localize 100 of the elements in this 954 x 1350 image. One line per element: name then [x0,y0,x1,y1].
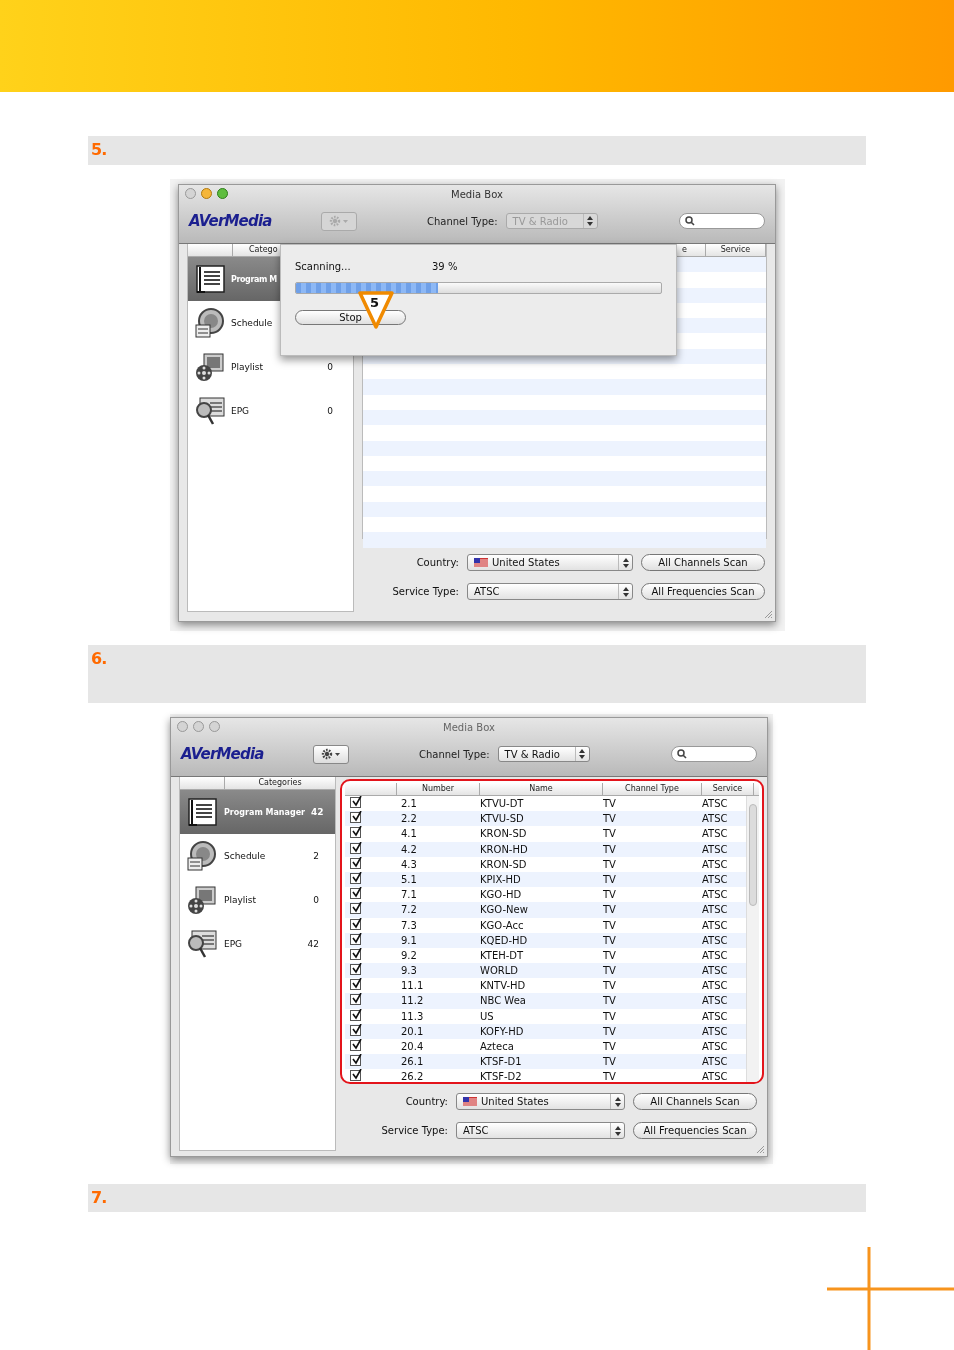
checkbox[interactable] [350,797,361,808]
table-cell-text: KTVU-SD [480,812,525,827]
category-item[interactable]: Playlist 0 [188,345,353,389]
country-dropdown[interactable]: United States [456,1093,625,1110]
crop-mark-icon [827,1247,954,1350]
table-cell-text: ATSC [702,857,729,872]
checkbox[interactable] [350,827,361,839]
table-cell-text: 7.3 [400,918,418,933]
table-cell-text: KRON-SD [480,827,528,842]
checkbox[interactable] [350,933,361,945]
checkbox[interactable] [350,1040,361,1051]
table-cell-text: TV [603,797,617,811]
table-cell-text: ATSC [702,872,729,887]
scan-button[interactable]: All Frequencies Scan [641,583,765,600]
scan-button[interactable]: All Channels Scan [633,1093,757,1110]
window-button-icon[interactable] [217,188,228,199]
search-icon [685,216,695,226]
table-cell-text: ATSC [702,948,729,963]
table-cell-text: KOFY-HD [480,1024,525,1039]
table-cell-text: TV [603,872,617,887]
list-icon [186,796,218,828]
checkbox[interactable] [350,1009,361,1021]
table-cell-text: ATSC [702,797,729,811]
search-field[interactable] [679,213,765,229]
window-title: Media Box [443,721,495,733]
table-cell-text: ATSC [702,888,729,903]
category-item[interactable]: Schedule 2 [180,834,335,878]
table-cell-text: TV [603,857,617,872]
checkbox[interactable] [350,979,361,991]
table-cell-text: ATSC [702,1009,729,1024]
checkbox[interactable] [350,948,361,960]
table-cell-text: 11.1 [400,979,425,994]
up-down-arrows-icon [622,586,629,597]
service-type-dropdown[interactable]: ATSC [467,583,633,600]
table-cell-text: ATSC [702,1055,729,1070]
column-header[interactable]: Number [397,783,480,795]
column-header[interactable]: Service [702,783,754,795]
checkbox[interactable] [350,994,361,1006]
step-number: 5. [91,140,107,159]
resize-grip-icon[interactable] [755,1144,765,1154]
table-cell-text: 26.2 [400,1070,425,1082]
checkbox[interactable] [350,872,361,884]
table-cell-text: ATSC [702,979,729,994]
table-cell-text: ATSC [702,1024,729,1039]
table-cell-text: TV [603,964,617,979]
service-type-label: Service Type: [380,1125,448,1136]
service-type-label: Service Type: [391,586,459,597]
logo: AVerMedia [189,212,273,230]
table-cell-text: TV [603,1070,617,1082]
search-field[interactable] [671,746,757,762]
service-type-dropdown[interactable]: ATSC [456,1122,625,1139]
magnifier-icon [194,395,226,427]
column-header[interactable]: Service [706,244,766,256]
channel-type-label: Channel Type: [427,215,498,227]
scan-button[interactable]: All Frequencies Scan [633,1122,757,1139]
column-header[interactable]: Name [480,783,603,795]
category-item[interactable]: EPG 42 [180,922,335,966]
scrollbar[interactable] [746,796,759,1082]
resize-grip-icon[interactable] [763,609,773,619]
channel-type-dropdown[interactable]: TV & Radio [497,746,590,762]
table-cell-text: NBC Wea [480,994,527,1009]
checkbox[interactable] [350,1070,361,1082]
window-button-icon[interactable] [201,188,212,199]
checkbox[interactable] [350,888,361,900]
table-cell-text: TV [603,842,617,857]
table-cell-text: 2.1 [400,797,418,811]
category-item[interactable]: Program Manager 42 [180,790,335,834]
table-cell-text: KRON-SD [480,857,528,872]
action-menu-button[interactable] [313,744,349,764]
checkbox[interactable] [350,1024,361,1036]
table-cell-text: ATSC [702,842,729,857]
table-cell-text: TV [603,903,617,918]
table-cell-text: 11.3 [400,1009,425,1024]
up-down-arrows-icon [579,749,586,759]
checkbox[interactable] [350,964,361,976]
category-item[interactable]: Playlist 0 [180,878,335,922]
category-item[interactable]: EPG 0 [188,389,353,433]
table-cell-text: 7.1 [400,888,418,903]
country-dropdown[interactable]: United States [467,554,633,571]
table-cell-text: ATSC [702,918,729,933]
column-header[interactable]: Channel Type [603,783,702,795]
scan-percent: 39 % [432,261,458,274]
checkbox[interactable] [350,903,361,915]
checkbox[interactable] [350,857,361,869]
table-cell-text: 11.2 [400,994,425,1009]
film-reel-icon [194,351,226,383]
scan-button[interactable]: All Channels Scan [641,554,765,571]
checkbox[interactable] [350,1055,361,1067]
checkbox[interactable] [350,842,361,854]
table-cell-text: KTVU-DT [480,797,525,811]
magnifier-icon [186,928,218,960]
table-cell-text: KGO-New [480,903,529,918]
table-cell-text: 9.1 [400,933,418,948]
table-cell-text: TV [603,1009,617,1024]
table-cell-text: KNTV-HD [480,979,527,994]
table-cell-text: KTEH-DT [480,948,525,963]
checkbox[interactable] [350,918,361,930]
country-label: Country: [415,557,459,568]
checkbox[interactable] [350,812,361,824]
table-cell-text: TV [603,812,617,827]
